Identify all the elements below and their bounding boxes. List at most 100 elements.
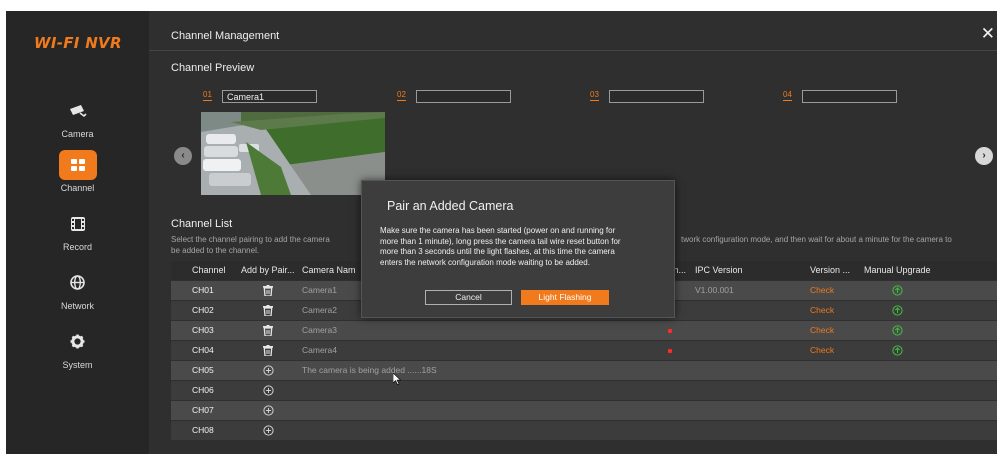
channel-cell: CH01 [192,285,214,295]
camera-name-cell: Camera3 [302,325,337,335]
manual-upgrade-button[interactable] [864,301,934,320]
add-pair-button[interactable] [241,361,301,380]
add-pair-button[interactable] [241,421,301,440]
channel-cell: CH02 [192,305,214,315]
sidebar-item-label: System [62,360,93,370]
camera-name-cell [302,381,532,400]
delete-button[interactable] [241,301,301,320]
nvr-app-window: WI-FI NVR Camera Channel Record Network [6,11,997,454]
table-row: CH04 Camera4 Check [171,341,997,360]
sidebar-item-label: Channel [60,183,95,193]
sidebar-item-label: Camera [61,129,94,139]
channel-cell: CH05 [192,365,214,375]
manual-upgrade-button[interactable] [864,321,934,340]
trash-icon [263,305,273,316]
next-arrow-button[interactable]: › [975,147,993,165]
ipc-version-cell [695,301,805,320]
chevron-left-icon: ‹ [181,150,185,161]
column-header: Add by Pair... [241,265,295,275]
camera-name-cell: Camera4 [302,345,337,355]
channel-cell: CH08 [192,425,214,435]
upgrade-arrow-icon [892,345,903,356]
version-check-link[interactable]: Check [810,321,865,340]
table-row: CH05 The camera is being added ......18S [171,361,997,380]
slot-camera-input[interactable] [609,90,704,103]
sidebar-item-label: Network [60,301,94,311]
camera-icon [59,96,97,126]
upgrade-arrow-icon [892,305,903,316]
version-check-link [810,421,865,440]
upgrade-arrow-icon [892,285,903,296]
table-row: CH08 [171,421,997,440]
sidebar-item-network[interactable]: Network [6,268,149,324]
version-check-link[interactable]: Check [810,301,865,320]
previous-arrow-button[interactable]: ‹ [174,147,192,165]
slot-camera-input[interactable] [222,90,317,103]
page-title: Channel Management [171,30,280,42]
slot-camera-input[interactable] [802,90,897,103]
version-check-link[interactable]: Check [810,341,865,360]
manual-upgrade-button[interactable] [864,281,934,300]
sidebar: WI-FI NVR Camera Channel Record Network [6,11,149,454]
dialog-title: Pair an Added Camera [387,199,514,213]
ipc-version-cell [695,361,805,380]
dialog-body: Make sure the camera has been started (p… [380,226,621,267]
delete-button[interactable] [241,341,301,360]
manual-upgrade-button[interactable] [864,341,934,360]
slot-number: 01 [203,90,212,101]
channel-cell: CH03 [192,325,214,335]
slot-number: 03 [590,90,599,101]
version-check-link [810,381,865,400]
delete-button[interactable] [241,281,301,300]
channel-list-title: Channel List [171,218,233,230]
upgrade-arrow-icon [892,325,903,336]
ipc-version-cell [695,321,805,340]
status-alert-icon [668,349,672,353]
close-button[interactable]: ✕ [981,24,995,44]
description-text-right: twork configuration mode, and then wait … [681,235,952,244]
version-check-link[interactable]: Check [810,281,865,300]
add-circle-icon [263,425,274,436]
slot-camera-input[interactable] [416,90,511,103]
channel-grid-icon [58,150,97,180]
sidebar-item-camera[interactable]: Camera [6,96,149,152]
version-check-link [810,401,865,420]
version-check-link [810,361,865,380]
gear-icon [59,327,97,357]
pair-camera-dialog: Pair an Added Camera Make sure the camer… [361,180,675,318]
slot-number: 04 [783,90,792,101]
column-header: Channel [192,265,226,275]
add-pair-button[interactable] [241,381,301,400]
logo: WI-FI NVR [34,34,122,52]
trash-icon [263,345,273,356]
channel-cell: CH04 [192,345,214,355]
table-row: CH06 [171,381,997,400]
column-header: IPC Version [695,265,743,275]
trash-icon [263,325,273,336]
trash-icon [263,285,273,296]
add-pair-button[interactable] [241,401,301,420]
ipc-version-cell [695,401,805,420]
sidebar-item-record[interactable]: Record [6,209,149,265]
column-header: Version ... [810,265,851,275]
title-bar: Channel Management ✕ [149,11,997,51]
sidebar-item-channel[interactable]: Channel [6,150,149,206]
sidebar-item-system[interactable]: System [6,327,149,383]
ipc-version-cell: V1.00.001 [695,285,734,295]
camera-name-cell: The camera is being added ......18S [302,365,437,375]
slot-number: 02 [397,90,406,101]
ipc-version-cell [695,421,805,440]
ipc-version-cell [695,341,805,360]
cancel-button[interactable]: Cancel [425,290,512,305]
table-row: CH07 [171,401,997,420]
light-flashing-button[interactable]: Light Flashing [521,290,609,305]
camera-name-cell [302,421,532,440]
camera-preview-image [201,112,385,195]
description-text-line2: be added to the channel. [171,246,260,255]
camera-name-cell [302,401,532,420]
channel-preview-title: Channel Preview [171,62,255,74]
delete-button[interactable] [241,321,301,340]
add-circle-icon [263,405,274,416]
description-text-left: Select the channel pairing to add the ca… [171,235,330,244]
chevron-right-icon: › [982,150,986,161]
